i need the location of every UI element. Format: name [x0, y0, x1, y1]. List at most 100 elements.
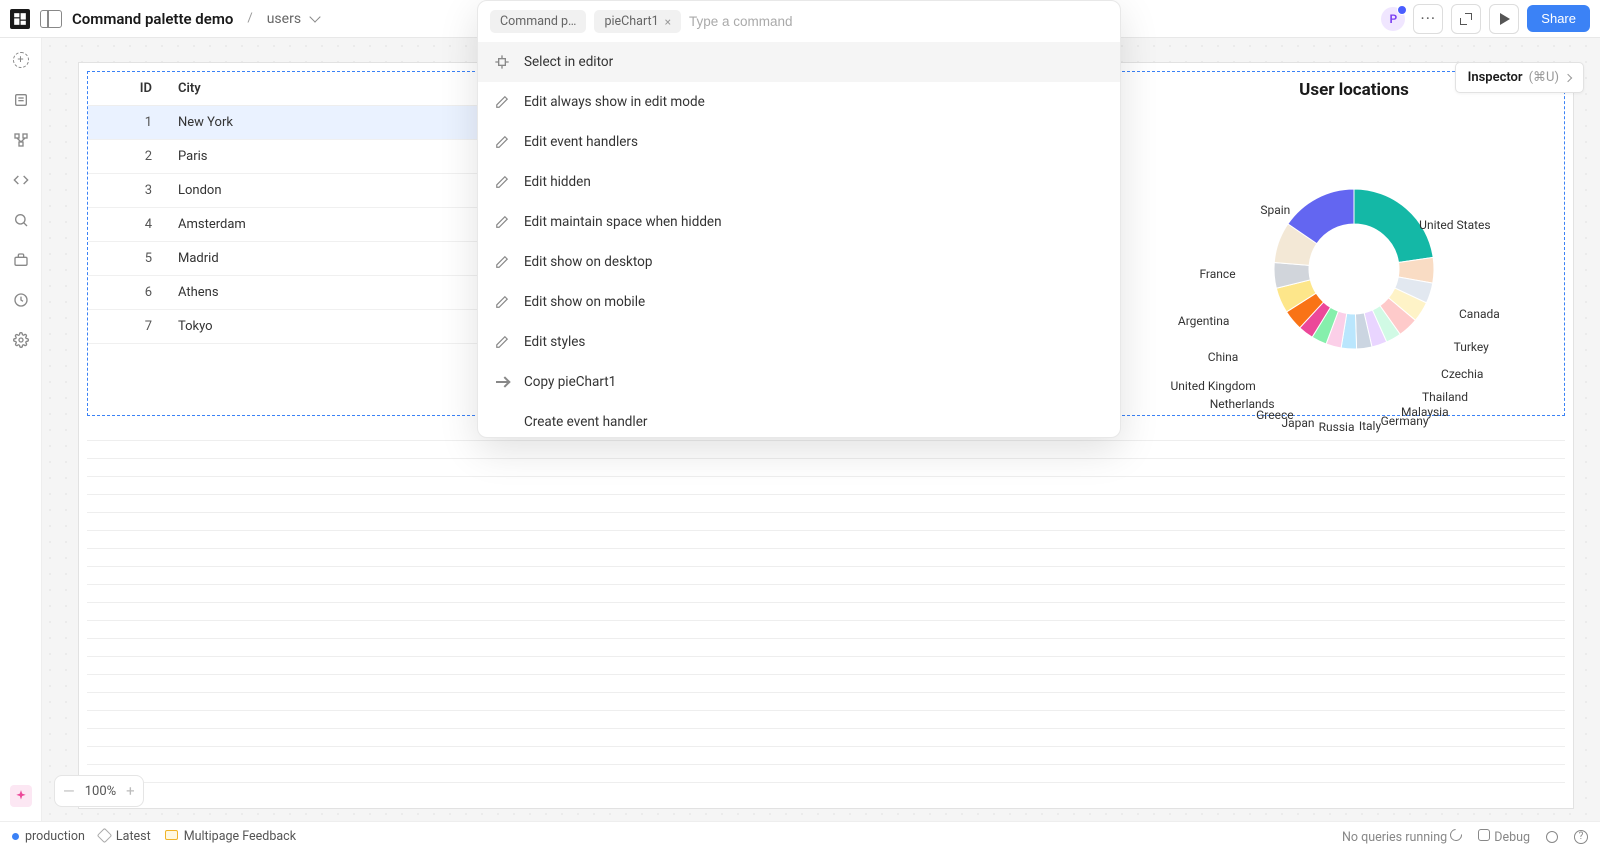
zoom-value: 100% — [85, 784, 116, 799]
debug-button[interactable]: Debug — [1478, 829, 1530, 845]
chart-slice-label: United States — [1419, 218, 1490, 232]
play-icon — [1500, 13, 1510, 25]
palette-item-label: Edit styles — [524, 334, 585, 350]
palette-item[interactable]: Edit maintain space when hidden — [478, 202, 1120, 242]
palette-item-label: Edit event handlers — [524, 134, 638, 150]
pie-chart-component[interactable]: User locations United StatesCanadaTurkey… — [1144, 72, 1564, 412]
chart-slice-label: Spain — [1260, 203, 1290, 217]
palette-item[interactable]: Edit event handlers — [478, 122, 1120, 162]
history-button[interactable] — [11, 290, 31, 310]
message-icon — [165, 830, 178, 840]
query-status: No queries running — [1342, 829, 1462, 845]
palette-item-label: Edit maintain space when hidden — [524, 214, 722, 230]
inspector-shortcut: (⌘U) — [1529, 70, 1559, 85]
cell-id: 6 — [88, 276, 168, 310]
chart-slice-label: Argentina — [1178, 314, 1230, 328]
palette-item-label: Edit always show in edit mode — [524, 94, 705, 110]
user-avatar[interactable]: P — [1381, 7, 1405, 31]
palette-item-label: Edit show on desktop — [524, 254, 652, 270]
palette-item-label: Create event handler — [524, 414, 647, 430]
search-button[interactable] — [11, 210, 31, 230]
version-indicator[interactable]: Latest — [99, 829, 151, 844]
component-tree-button[interactable] — [11, 130, 31, 150]
inspector-label: Inspector — [1468, 70, 1523, 85]
chart-slice-label: Germany — [1381, 414, 1429, 428]
palette-item[interactable]: Edit show on mobile — [478, 282, 1120, 322]
dots-icon: ··· — [1421, 9, 1437, 28]
palette-header: Command p… pieChart1 × — [478, 1, 1120, 42]
palette-item[interactable]: Create event handler — [478, 402, 1120, 437]
fullscreen-button[interactable] — [1451, 4, 1481, 34]
cell-city: Amsterdam — [168, 208, 509, 242]
command-palette: Command p… pieChart1 × Select in editor E… — [477, 0, 1121, 438]
breadcrumb-page[interactable]: users — [267, 11, 319, 27]
palette-item[interactable]: Copy pieChart1 — [478, 362, 1120, 402]
chip-close-icon[interactable]: × — [665, 15, 671, 29]
cell-id: 4 — [88, 208, 168, 242]
settings-button[interactable] — [11, 330, 31, 350]
help-icon[interactable]: ? — [1574, 830, 1588, 844]
history-icon[interactable] — [1546, 831, 1558, 843]
chart-slice-label: Netherlands — [1210, 397, 1275, 411]
cell-city: Athens — [168, 276, 509, 310]
grid-rows — [87, 423, 1565, 800]
chart-slice-label: United Kingdom — [1170, 379, 1255, 393]
cell-city: Paris — [168, 140, 509, 174]
inspector-toggle[interactable]: Inspector (⌘U) — [1455, 62, 1584, 93]
chart-slice-label: Thailand — [1422, 390, 1468, 404]
pencil-icon — [494, 174, 510, 190]
palette-item[interactable]: Edit hidden — [478, 162, 1120, 202]
chevron-right-icon — [1564, 73, 1572, 81]
pencil-icon — [494, 334, 510, 350]
zoom-out-button[interactable]: — — [63, 782, 75, 800]
refresh-icon[interactable] — [1448, 826, 1465, 843]
cell-city: Tokyo — [168, 310, 509, 344]
palette-item[interactable]: Select in editor — [478, 42, 1120, 82]
pencil-icon — [494, 94, 510, 110]
cell-city: Madrid — [168, 242, 509, 276]
zoom-control: — 100% + — [54, 775, 144, 807]
col-city[interactable]: City — [168, 72, 509, 106]
chart-slice-label: France — [1199, 267, 1235, 281]
cell-id: 1 — [88, 106, 168, 140]
chart-slice-label: Canada — [1459, 307, 1500, 321]
more-menu-button[interactable]: ··· — [1413, 4, 1443, 34]
ai-assistant-button[interactable] — [10, 785, 32, 807]
left-sidebar — [0, 38, 42, 821]
releases-button[interactable] — [11, 250, 31, 270]
col-id[interactable]: ID — [88, 72, 168, 106]
pencil-icon — [494, 254, 510, 270]
cell-id: 5 — [88, 242, 168, 276]
expand-icon — [1460, 13, 1472, 25]
cell-id: 7 — [88, 310, 168, 344]
zoom-in-button[interactable]: + — [126, 782, 135, 800]
blank-icon — [494, 414, 510, 430]
code-button[interactable] — [11, 170, 31, 190]
cell-city: New York — [168, 106, 509, 140]
cell-id: 2 — [88, 140, 168, 174]
palette-item[interactable]: Edit always show in edit mode — [478, 82, 1120, 122]
preview-button[interactable] — [1489, 4, 1519, 34]
palette-item[interactable]: Edit show on desktop — [478, 242, 1120, 282]
share-button[interactable]: Share — [1527, 5, 1590, 32]
app-logo[interactable] — [10, 9, 30, 29]
pencil-icon — [494, 214, 510, 230]
chart-slice-label: Turkey — [1454, 340, 1489, 354]
context-chip[interactable]: Command p… — [490, 10, 586, 33]
panels-toggle-icon[interactable] — [40, 10, 62, 28]
palette-item-label: Select in editor — [524, 54, 613, 70]
add-component-button[interactable] — [11, 50, 31, 70]
arrow-right-icon — [494, 374, 510, 390]
pencil-icon — [494, 134, 510, 150]
env-indicator[interactable]: production — [12, 829, 85, 844]
outline-button[interactable] — [11, 90, 31, 110]
chart-slice-label: China — [1208, 350, 1239, 364]
plus-circle-icon — [13, 52, 29, 68]
feedback-link[interactable]: Multipage Feedback — [165, 829, 296, 844]
breadcrumb-separator: / — [247, 11, 252, 26]
component-chip[interactable]: pieChart1 × — [594, 10, 681, 33]
command-input[interactable] — [689, 14, 1108, 29]
palette-item[interactable]: Edit styles — [478, 322, 1120, 362]
status-bar: production Latest Multipage Feedback No … — [0, 821, 1600, 851]
target-icon — [494, 54, 510, 70]
